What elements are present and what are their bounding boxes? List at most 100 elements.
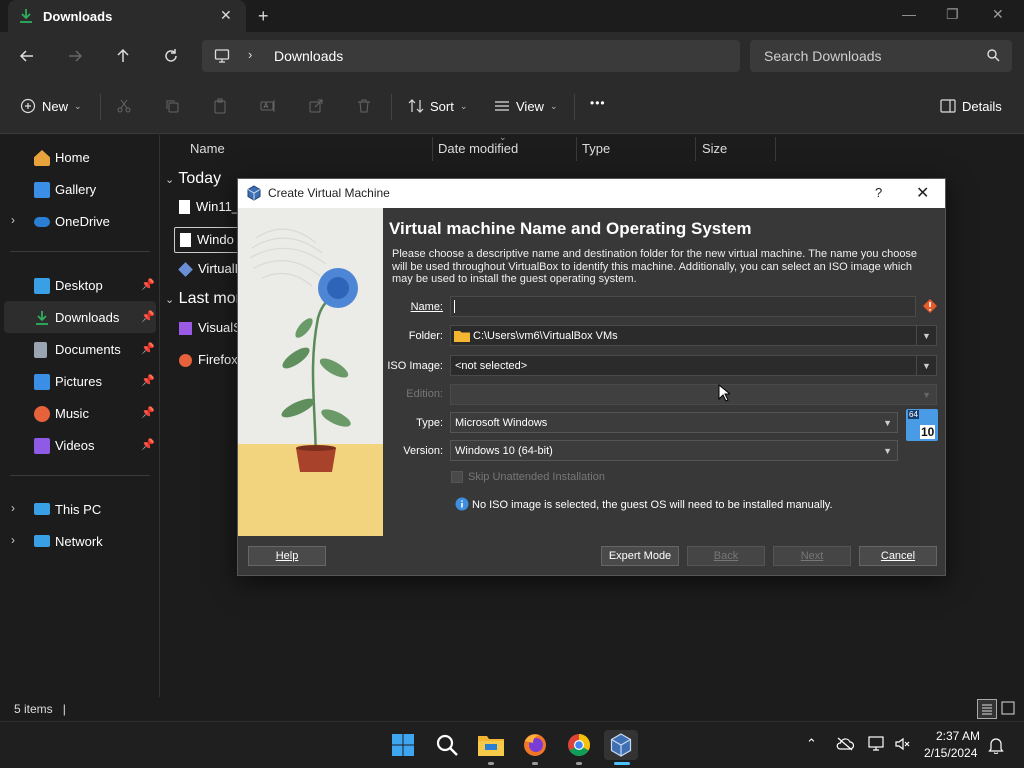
column-header-type[interactable]: Type xyxy=(582,141,610,156)
clock-date[interactable]: 2/15/2024 xyxy=(924,746,977,760)
pin-icon[interactable]: 📌 xyxy=(141,342,155,355)
list-item[interactable]: Firefox xyxy=(179,352,238,367)
pin-icon[interactable]: 📌 xyxy=(141,406,155,419)
pin-icon[interactable]: 📌 xyxy=(141,438,155,451)
minimize-button[interactable]: — xyxy=(902,6,916,22)
details-label: Details xyxy=(962,98,1002,114)
cut-icon[interactable] xyxy=(116,98,132,114)
column-divider[interactable] xyxy=(432,137,433,161)
delete-icon[interactable] xyxy=(356,98,372,114)
list-item[interactable]: Win11_ xyxy=(179,199,239,214)
paste-icon[interactable] xyxy=(212,98,228,114)
chevron-down-icon[interactable]: ▼ xyxy=(916,356,936,375)
share-icon[interactable] xyxy=(308,98,324,114)
pin-icon[interactable]: 📌 xyxy=(141,310,155,323)
chevron-right-icon[interactable]: › xyxy=(11,213,15,227)
column-divider[interactable] xyxy=(695,137,696,161)
chevron-down-icon[interactable]: ▼ xyxy=(883,446,892,456)
start-button[interactable] xyxy=(388,730,418,760)
back-arrow-icon[interactable] xyxy=(15,44,39,68)
chevron-down-icon[interactable]: ▼ xyxy=(916,326,936,345)
column-header-size[interactable]: Size xyxy=(702,141,727,156)
network-monitor-icon[interactable] xyxy=(868,736,886,752)
group-header-today[interactable]: ⌄ Today xyxy=(165,170,221,188)
chevron-down-icon: ⌄ xyxy=(459,100,468,111)
chevron-right-icon[interactable]: › xyxy=(11,533,15,547)
dialog-title: Create Virtual Machine xyxy=(268,186,390,200)
more-options-button[interactable]: ••• xyxy=(590,96,606,110)
type-combo[interactable]: Microsoft Windows ▼ xyxy=(450,412,898,433)
details-view-toggle[interactable] xyxy=(977,699,997,719)
dialog-close-button[interactable]: ✕ xyxy=(916,183,929,203)
help-icon[interactable]: ? xyxy=(875,185,882,200)
pin-icon[interactable]: 📌 xyxy=(141,278,155,291)
sidebar-item-documents[interactable]: Documents 📌 xyxy=(0,333,158,365)
sidebar-item-pictures[interactable]: Pictures 📌 xyxy=(0,365,158,397)
chevron-right-icon[interactable]: › xyxy=(248,47,252,62)
search-input[interactable]: Search Downloads xyxy=(750,40,1012,72)
sidebar-item-home[interactable]: Home xyxy=(0,141,158,173)
sidebar-item-videos[interactable]: Videos 📌 xyxy=(0,429,158,461)
list-item[interactable]: VirtualB xyxy=(178,261,243,277)
breadcrumb-downloads[interactable]: Downloads xyxy=(274,48,343,64)
help-button[interactable]: Help xyxy=(248,546,326,566)
maximize-button[interactable]: ❐ xyxy=(946,6,959,23)
folder-icon xyxy=(478,736,504,756)
notification-bell-icon[interactable] xyxy=(988,736,1004,754)
sidebar-item-onedrive[interactable]: › OneDrive xyxy=(0,205,158,237)
search-icon[interactable] xyxy=(986,48,1000,62)
file-explorer-taskbar-button[interactable] xyxy=(476,730,506,760)
list-item[interactable]: VisualS xyxy=(179,320,242,335)
column-divider[interactable] xyxy=(576,137,577,161)
navigation-pane: Home Gallery › OneDrive Desktop 📌 Downlo… xyxy=(0,135,160,697)
name-field[interactable] xyxy=(450,296,916,317)
onedrive-offline-icon[interactable] xyxy=(836,737,854,751)
back-button[interactable]: Back xyxy=(687,546,765,566)
chevron-right-icon[interactable]: › xyxy=(11,501,15,515)
sidebar-item-music[interactable]: Music 📌 xyxy=(0,397,158,429)
forward-arrow-icon[interactable] xyxy=(63,44,87,68)
sidebar-item-this-pc[interactable]: › This PC xyxy=(0,493,158,525)
column-header-name[interactable]: Name xyxy=(190,141,225,156)
new-tab-button[interactable]: + xyxy=(258,6,269,27)
sidebar-item-gallery[interactable]: Gallery xyxy=(0,173,158,205)
divider xyxy=(10,475,150,476)
cancel-button[interactable]: Cancel xyxy=(859,546,937,566)
status-bar: 5 items | xyxy=(0,697,1024,721)
column-divider[interactable] xyxy=(775,137,776,161)
rename-icon[interactable] xyxy=(260,98,276,114)
sidebar-item-desktop[interactable]: Desktop 📌 xyxy=(0,269,158,301)
version-combo[interactable]: Windows 10 (64-bit) ▼ xyxy=(450,440,898,461)
refresh-icon[interactable] xyxy=(159,44,183,68)
chevron-down-icon[interactable]: ▼ xyxy=(883,418,892,428)
firefox-taskbar-button[interactable] xyxy=(520,730,550,760)
new-button[interactable]: New ⌄ xyxy=(20,98,82,114)
search-taskbar-button[interactable] xyxy=(432,730,462,760)
up-arrow-icon[interactable] xyxy=(111,44,135,68)
clock-time[interactable]: 2:37 AM xyxy=(936,729,980,743)
folder-selector[interactable]: C:\Users\vm6\VirtualBox VMs ▼ xyxy=(450,325,937,346)
details-button[interactable]: Details xyxy=(940,98,1002,114)
column-header-date-modified[interactable]: Date modified xyxy=(438,141,518,156)
virtualbox-taskbar-button[interactable] xyxy=(604,730,638,760)
expert-mode-button[interactable]: Expert Mode xyxy=(601,546,679,566)
pin-icon[interactable]: 📌 xyxy=(141,374,155,387)
volume-muted-icon[interactable] xyxy=(894,736,910,752)
sidebar-label: Pictures xyxy=(55,374,102,389)
chrome-taskbar-button[interactable] xyxy=(564,730,594,760)
copy-icon[interactable] xyxy=(164,98,180,114)
tab-close-icon[interactable]: ✕ xyxy=(220,7,232,24)
sidebar-item-network[interactable]: › Network xyxy=(0,525,158,557)
sidebar-item-downloads[interactable]: Downloads 📌 xyxy=(4,301,156,333)
address-bar[interactable]: › Downloads xyxy=(202,40,740,72)
sidebar-label: Downloads xyxy=(55,310,120,325)
sort-button[interactable]: Sort ⌄ xyxy=(408,98,467,114)
view-button[interactable]: View ⌄ xyxy=(494,98,558,114)
close-window-button[interactable]: ✕ xyxy=(992,6,1004,23)
group-header-last-month[interactable]: ⌄ Last mon xyxy=(165,290,244,308)
show-hidden-icons-chevron-icon[interactable]: ⌃ xyxy=(806,736,817,752)
next-button[interactable]: Next xyxy=(773,546,851,566)
iso-image-selector[interactable]: <not selected> ▼ xyxy=(450,355,937,376)
tiles-view-toggle[interactable] xyxy=(1000,700,1016,716)
tab-downloads[interactable]: Downloads ✕ xyxy=(8,0,246,32)
